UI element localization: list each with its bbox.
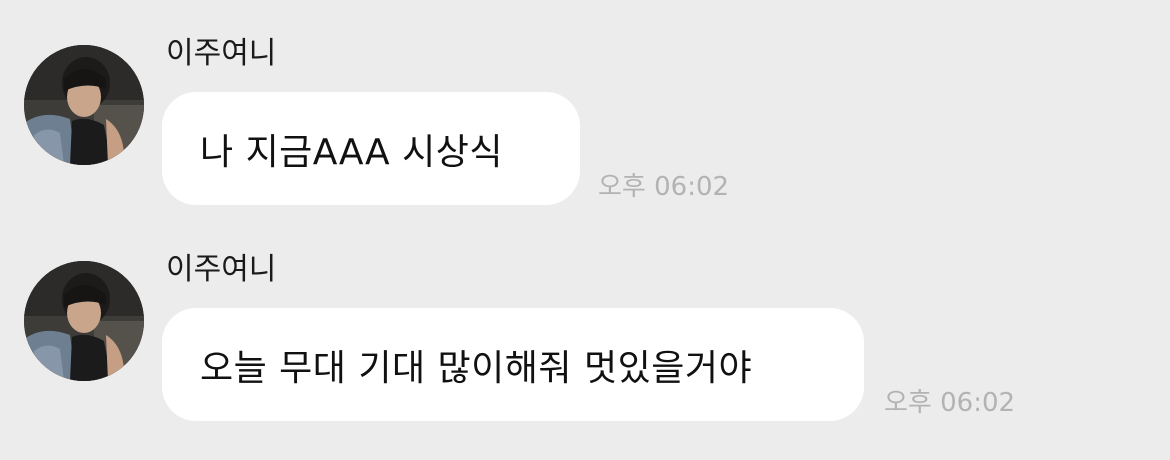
profile-photo-icon [24,45,144,165]
message-bubble[interactable]: 나 지금AAA 시상식 [162,92,580,205]
message-text: 나 지금AAA 시상식 [200,131,503,173]
profile-photo-icon [24,261,144,381]
chat-message: 이주여니 나 지금AAA 시상식 오후 06:02 [0,30,1170,230]
message-bubble[interactable]: 오늘 무대 기대 많이해줘 멋있을거야 [162,308,864,421]
message-timestamp: 오후 06:02 [884,388,1016,418]
message-timestamp: 오후 06:02 [598,172,730,202]
message-text: 오늘 무대 기대 많이해줘 멋있을거야 [200,347,753,389]
chat-screen: { "messages": [ { "sender": "이주여니", "ava… [0,0,1170,460]
chat-message: 이주여니 오늘 무대 기대 많이해줘 멋있을거야 오후 06:02 [0,246,1170,446]
avatar[interactable] [24,261,144,381]
sender-name: 이주여니 [166,252,277,287]
sender-name: 이주여니 [166,36,277,71]
avatar[interactable] [24,45,144,165]
